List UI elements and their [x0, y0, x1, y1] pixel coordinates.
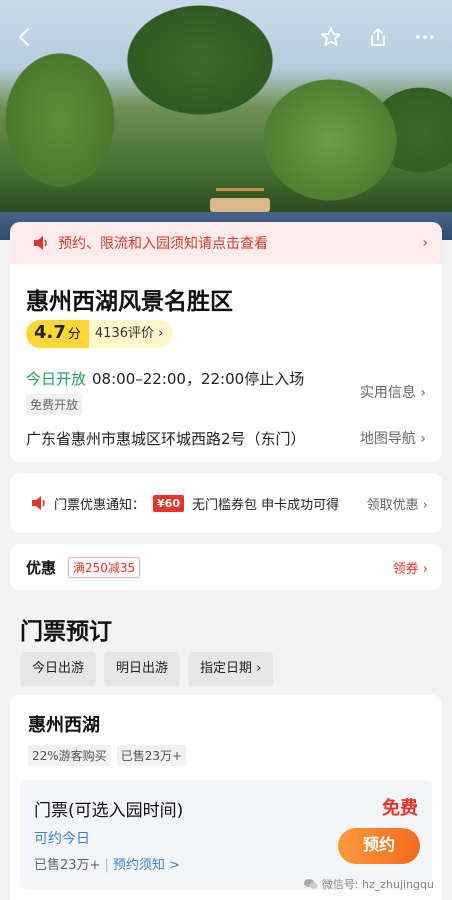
boat — [210, 188, 270, 212]
coupon-badge: ¥60 — [153, 494, 184, 512]
notice-banner[interactable]: 预约、限流和入园须知请点击查看 › — [10, 222, 442, 264]
booking-section-title: 门票预订 — [20, 619, 112, 645]
promo-label: 门票优惠通知： — [54, 497, 146, 513]
date-selector: 今日出游 明日出游 指定日期 › — [20, 652, 274, 686]
page-title: 惠州西湖风景名胜区 — [26, 289, 233, 315]
wechat-icon — [303, 879, 318, 889]
review-count-link[interactable]: 4136评价 › — [88, 320, 174, 348]
chevron-right-icon: › — [422, 235, 428, 251]
opening-hours: 今日开放 08:00–22:00，22:00停止入场 — [26, 370, 305, 388]
ticket-option[interactable]: 门票(可选入园时间) 免费 可约今日 已售23万+ | 预约须知 > 预约 — [20, 780, 432, 890]
share-icon[interactable] — [363, 22, 393, 52]
get-coupon-link[interactable]: 领券 › — [393, 558, 428, 577]
discount-card[interactable]: 优惠 满250减35 领券 › — [10, 544, 442, 590]
open-status: 今日开放 — [26, 370, 87, 388]
practical-info-link[interactable]: 实用信息 › — [360, 382, 426, 402]
notice-text: 预约、限流和入园须知请点击查看 — [58, 236, 268, 252]
scenic-info-card: 惠州西湖风景名胜区 4.7 分 4136评价 › 今日开放 08:00–22:00，… — [10, 264, 442, 462]
date-custom-button[interactable]: 指定日期 › — [188, 652, 274, 686]
ticket-name: 门票(可选入园时间) — [34, 801, 184, 821]
rating-score-badge: 4.7 分 — [26, 320, 89, 348]
product-card: 惠州西湖 22%游客购买 已售23万+ 门票(可选入园时间) 免费 可约今日 已… — [10, 695, 442, 900]
claim-discount-link[interactable]: 领取优惠 › — [367, 494, 428, 513]
product-tags: 22%游客购买 已售23万+ — [28, 745, 187, 766]
discount-label: 优惠 — [26, 558, 57, 577]
speaker-icon — [34, 236, 47, 250]
tag-purchase-rate: 22%游客购买 — [28, 745, 111, 766]
watermark: 微信号: hz_zhujingqu — [303, 876, 434, 892]
booking-rules-link[interactable]: 预约须知 > — [113, 858, 180, 873]
address: 广东省惠州市惠城区环城西路2号（东门） — [26, 430, 306, 448]
tag-sold-count: 已售23万+ — [116, 745, 187, 766]
rating[interactable]: 4.7 分 4136评价 › — [26, 320, 174, 348]
more-icon[interactable] — [410, 22, 440, 52]
ticket-sold-info: 已售23万+ | 预约须知 > — [34, 858, 180, 873]
book-button[interactable]: 预约 — [338, 828, 420, 864]
discount-tag: 满250减35 — [68, 556, 141, 578]
ticket-price: 免费 — [382, 798, 418, 819]
back-arrow-icon[interactable] — [10, 22, 40, 52]
product-title: 惠州西湖 — [28, 715, 100, 736]
ticket-promo-notice[interactable]: 门票优惠通知： ¥60 无门槛券包 申卡成功可得 领取优惠 › — [10, 473, 442, 533]
map-navigation-link[interactable]: 地图导航 › — [360, 428, 426, 448]
free-entry-tag: 免费开放 — [26, 394, 83, 415]
promo-description: 无门槛券包 申卡成功可得 — [191, 497, 340, 513]
star-icon[interactable] — [316, 22, 346, 52]
speaker-icon — [32, 496, 45, 510]
ticket-availability: 可约今日 — [34, 831, 90, 847]
date-tomorrow-button[interactable]: 明日出游 — [104, 652, 181, 686]
date-today-button[interactable]: 今日出游 — [20, 652, 97, 686]
